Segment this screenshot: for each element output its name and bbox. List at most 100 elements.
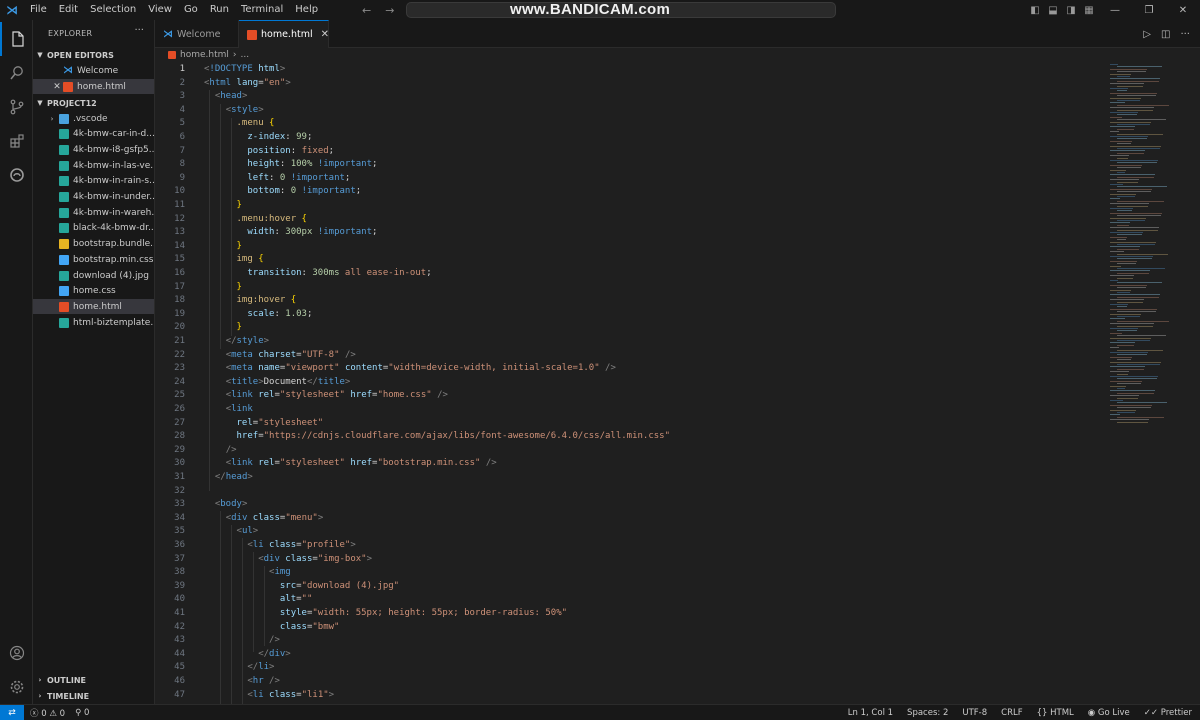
code-line[interactable]: <title>Document</title> (204, 376, 351, 390)
close-editor-icon[interactable]: ✕ (51, 82, 63, 92)
code-line[interactable]: <meta charset="UTF-8" /> (204, 349, 356, 363)
more-actions-icon[interactable]: ··· (1180, 29, 1190, 40)
open-editor-home-html[interactable]: ✕ home.html (33, 79, 154, 94)
minimap[interactable] (1110, 64, 1180, 424)
menu-view[interactable]: View (142, 0, 178, 20)
restore-icon[interactable]: ❐ (1132, 5, 1166, 16)
file-tree-item[interactable]: › .vscode (33, 111, 154, 126)
open-editor-welcome[interactable]: ⋊ Welcome (33, 63, 154, 78)
code-line[interactable]: <link rel="stylesheet" href="home.css" /… (204, 389, 448, 403)
code-line[interactable]: /> (204, 634, 280, 648)
more-actions-icon[interactable]: ··· (134, 25, 144, 36)
menu-go[interactable]: Go (178, 0, 204, 20)
code-line[interactable]: <li class="li1"> (204, 689, 334, 703)
code-line[interactable]: <body> (204, 498, 248, 512)
encoding[interactable]: UTF-8 (962, 708, 987, 718)
prettier-status[interactable]: ✓✓ Prettier (1144, 708, 1192, 718)
arrow-right-icon[interactable]: → (385, 4, 394, 17)
code-editor[interactable]: 1 2 3 4 5 6 7 8 9 10 11 12 13 14 15 16 17 18 19 20 21 22 23 24 2… (155, 62, 1200, 704)
settings-gear-icon[interactable] (0, 670, 33, 704)
code-line[interactable]: <meta name="viewport" content="width=dev… (204, 362, 616, 376)
code-line[interactable]: width: 300px !important; (204, 226, 377, 240)
go-live-button[interactable]: ◉ Go Live (1088, 708, 1130, 718)
code-line[interactable]: class="bmw" (204, 621, 340, 635)
project-section[interactable]: ▼ PROJECT12 (33, 96, 155, 110)
indentation[interactable]: Spaces: 2 (907, 708, 948, 718)
code-line[interactable]: transition: 300ms all ease-in-out; (204, 267, 431, 281)
menu-help[interactable]: Help (289, 0, 324, 20)
file-tree-item[interactable]: home.css (33, 284, 154, 299)
customize-layout-icon[interactable]: ▦ (1080, 5, 1098, 16)
vertical-scrollbar[interactable] (1188, 62, 1200, 704)
outline-section[interactable]: › OUTLINE (33, 673, 155, 687)
code-line[interactable]: position: fixed; (204, 145, 334, 159)
code-line[interactable]: left: 0 !important; (204, 172, 350, 186)
code-line[interactable]: } (204, 281, 242, 295)
tab-home-html[interactable]: home.html ✕ (239, 20, 329, 48)
close-window-icon[interactable]: ✕ (1166, 5, 1200, 16)
arrow-left-icon[interactable]: ← (362, 4, 371, 17)
file-tree-item[interactable]: black-4k-bmw-dr... (33, 221, 154, 236)
timeline-section[interactable]: › TIMELINE (33, 689, 155, 703)
minimize-icon[interactable]: — (1098, 5, 1132, 16)
code-line[interactable]: href="https://cdnjs.cloudflare.com/ajax/… (204, 430, 671, 444)
search-icon[interactable] (0, 56, 33, 90)
code-line[interactable]: img { (204, 253, 264, 267)
file-tree-item[interactable]: 4k-bmw-in-under... (33, 190, 154, 205)
code-line[interactable]: alt="" (204, 593, 313, 607)
code-line[interactable]: .menu { (204, 117, 275, 131)
code-line[interactable]: <div class="menu"> (204, 512, 324, 526)
file-tree-item[interactable]: bootstrap.min.css (33, 252, 154, 267)
ports-indicator[interactable]: ⚲ 0 (75, 708, 89, 718)
code-line[interactable]: <head> (204, 90, 248, 104)
file-tree-item[interactable]: 4k-bmw-car-in-d... (33, 127, 154, 142)
close-tab-icon[interactable]: ✕ (321, 29, 329, 40)
account-icon[interactable] (0, 636, 33, 670)
code-line[interactable]: scale: 1.03; (204, 308, 312, 322)
code-line[interactable]: } (204, 240, 242, 254)
code-line[interactable]: <li class="profile"> (204, 539, 355, 553)
breadcrumb-symbol[interactable]: ... (241, 50, 250, 60)
file-tree-item[interactable]: download (4).jpg (33, 268, 154, 283)
code-line[interactable]: style="width: 55px; height: 55px; border… (204, 607, 567, 621)
code-line[interactable]: } (204, 321, 242, 335)
split-editor-icon[interactable]: ◫ (1161, 29, 1170, 40)
edge-icon[interactable] (0, 158, 33, 192)
end-of-line[interactable]: CRLF (1001, 708, 1022, 718)
file-tree-item[interactable]: 4k-bmw-in-rain-s... (33, 174, 154, 189)
menu-run[interactable]: Run (204, 0, 235, 20)
code-line[interactable]: .menu:hover { (204, 213, 307, 227)
file-tree-item[interactable]: 4k-bmw-in-wareh... (33, 205, 154, 220)
tab-welcome[interactable]: ⋊ Welcome (155, 20, 239, 48)
code-line[interactable]: src="download (4).jpg" (204, 580, 399, 594)
code-line[interactable]: </div> (204, 648, 291, 662)
source-control-icon[interactable] (0, 90, 33, 124)
open-editors-section[interactable]: ▼ OPEN EDITORS (33, 48, 155, 62)
code-line[interactable]: </style> (204, 335, 269, 349)
explorer-icon[interactable] (0, 22, 33, 56)
code-line[interactable]: rel="stylesheet" (204, 417, 324, 431)
file-tree-item[interactable]: home.html (33, 299, 154, 315)
cursor-position[interactable]: Ln 1, Col 1 (848, 708, 893, 718)
menu-file[interactable]: File (24, 0, 53, 20)
toggle-primary-sidebar-icon[interactable]: ◧ (1026, 5, 1044, 16)
code-line[interactable]: </head> (204, 471, 253, 485)
code-line[interactable]: img:hover { (204, 294, 297, 308)
remote-indicator-icon[interactable]: ⇄ (0, 704, 24, 720)
code-line[interactable]: <link (204, 403, 253, 417)
file-tree-item[interactable]: bootstrap.bundle.... (33, 237, 154, 252)
run-icon[interactable]: ▷ (1143, 29, 1151, 40)
code-line[interactable]: <!DOCTYPE html> (204, 63, 285, 77)
code-line[interactable]: <link rel="stylesheet" href="bootstrap.m… (204, 457, 497, 471)
toggle-secondary-sidebar-icon[interactable]: ◨ (1062, 5, 1080, 16)
code-line[interactable]: <ul> (204, 525, 259, 539)
code-line[interactable]: bottom: 0 !important; (204, 185, 361, 199)
file-tree-item[interactable]: 4k-bmw-in-las-ve... (33, 158, 154, 173)
code-line[interactable]: z-index: 99; (204, 131, 312, 145)
toggle-panel-icon[interactable]: ⬓ (1044, 5, 1062, 16)
file-tree-item[interactable]: 4k-bmw-i8-gsfp5... (33, 142, 154, 157)
code-line[interactable]: </li> (204, 661, 274, 675)
code-line[interactable]: <img (204, 566, 291, 580)
code-line[interactable]: <html lang="en"> (204, 77, 291, 91)
code-line[interactable]: <style> (204, 104, 264, 118)
